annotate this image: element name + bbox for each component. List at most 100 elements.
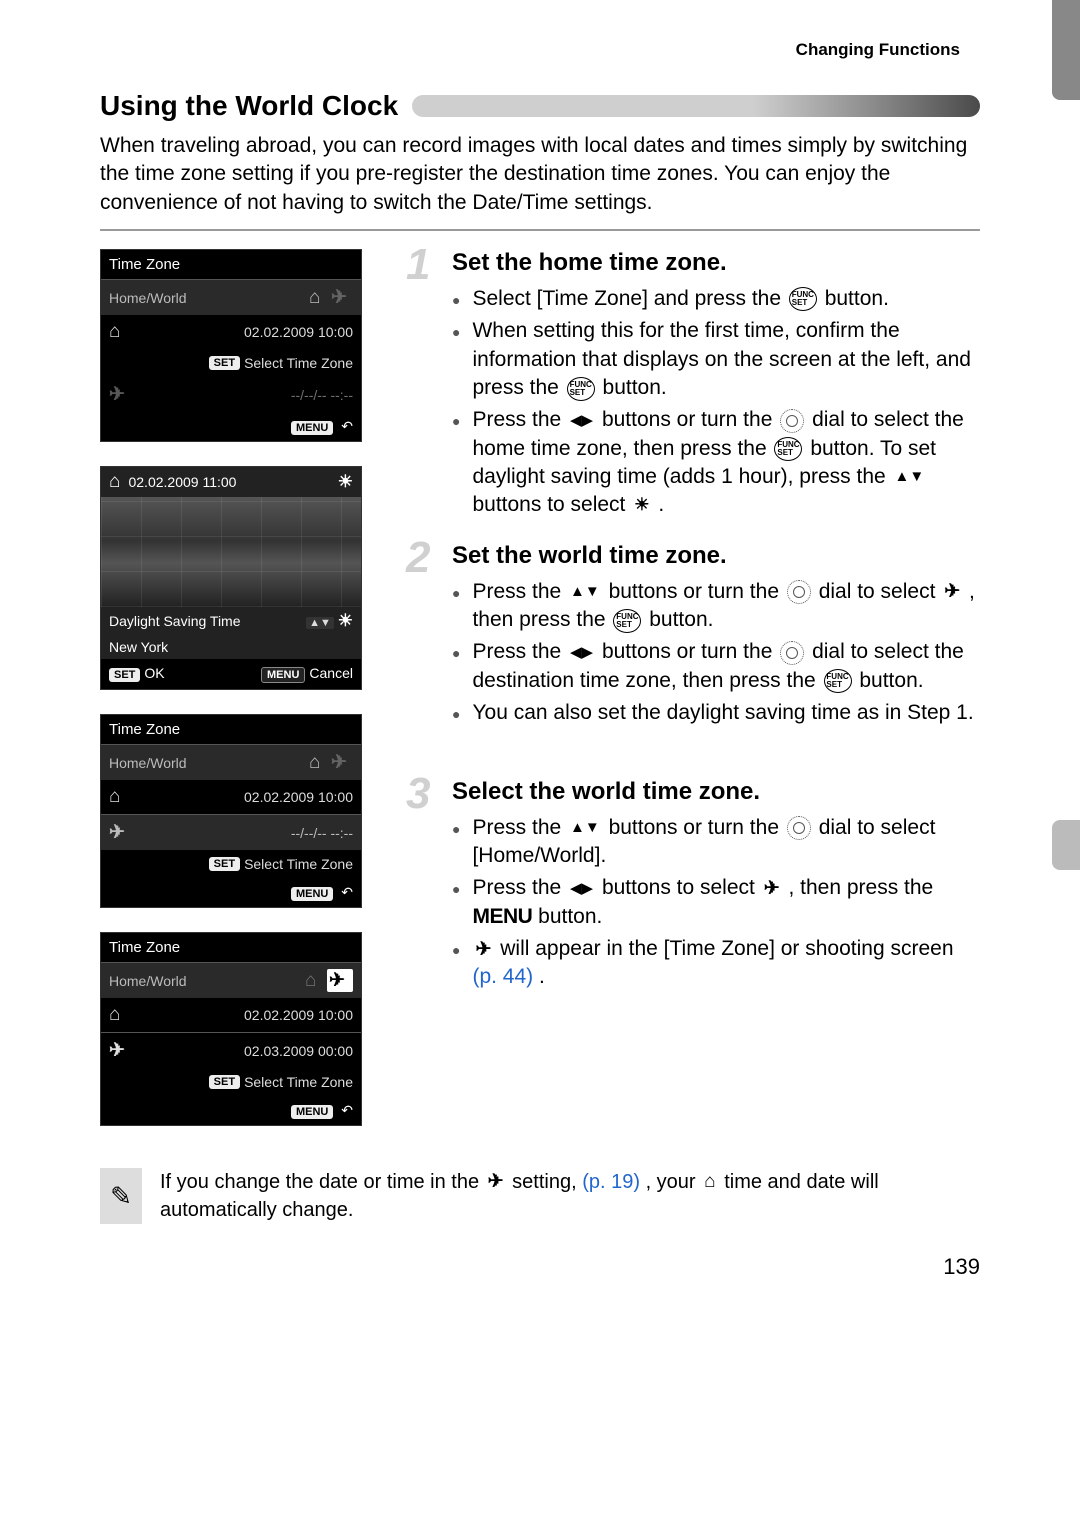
airplane-icon [331,286,353,309]
back-icon: ↶ [341,1102,353,1118]
intro-text: When traveling abroad, you can record im… [100,132,980,217]
cam3-date: 02.02.2009 10:00 [131,789,353,805]
camera-screen-1: Time Zone Home/World 02.02.2009 10:00 SE… [100,249,362,442]
airplane-icon [944,579,960,605]
up-down-icon [895,467,925,487]
step-2-bullet-2: Press the buttons or turn the dial to se… [452,638,980,695]
divider [100,229,980,231]
dial-icon [787,816,811,840]
func-set-icon: FUNCSET [567,377,595,401]
step-2-title: Set the world time zone. [452,542,980,570]
page-ref-link[interactable]: (p. 44) [472,965,533,988]
airplane-icon [327,969,353,992]
menu-badge: MENU [291,1105,333,1119]
left-right-icon [570,411,593,431]
side-tab-2 [1052,820,1080,870]
cam1-homeworld: Home/World [109,290,309,306]
note-box: ✎ If you change the date or time in the … [100,1168,980,1224]
left-right-icon [570,643,593,663]
page-ref-link[interactable]: (p. 19) [582,1171,640,1193]
camera-screen-3: Time Zone Home/World 02.02.2009 10:00 --… [100,714,362,908]
cam2-date: 02.02.2009 11:00 [128,474,236,490]
pencil-icon: ✎ [100,1168,142,1224]
airplane-icon [488,1169,504,1196]
menu-badge: MENU [291,421,333,435]
cam3-placeholder: --/--/-- --:-- [131,825,353,841]
step-1-bullet-3: Press the buttons or turn the dial to se… [452,406,980,519]
cam4-homeworld: Home/World [109,973,305,989]
set-badge: SET [209,356,240,370]
sun-icon [338,613,353,629]
step-2: 2 Set the world time zone. Press the but… [410,542,980,728]
airplane-icon [331,751,353,774]
step-3: 3 Select the world time zone. Press the … [410,778,980,992]
home-icon [109,786,131,808]
step-3-bullet-2: Press the buttons to select , then press… [452,874,980,931]
cam1-title: Time Zone [101,250,361,279]
cam1-placeholder: --/--/-- --:-- [131,387,353,403]
home-icon [309,287,331,309]
sun-icon [338,472,353,492]
camera-screen-4: Time Zone Home/World 02.02.2009 10:00 02… [100,932,362,1126]
func-set-icon: FUNCSET [789,287,817,311]
dial-icon [787,580,811,604]
set-badge: SET [109,668,140,682]
step-3-title: Select the world time zone. [452,778,980,806]
cam2-city: New York [101,635,361,659]
side-tab [1052,0,1080,100]
step-1-bullet-1: Select [Time Zone] and press the FUNCSET… [452,285,980,313]
cam4-title: Time Zone [101,933,361,962]
set-badge: SET [209,857,240,871]
left-right-icon [570,879,593,899]
airplane-icon [109,821,131,844]
airplane-icon [475,937,491,963]
home-icon [109,321,131,343]
step-1-title: Set the home time zone. [452,249,980,277]
back-icon: ↶ [341,418,353,434]
dial-icon [780,641,804,665]
section-title-bar [412,95,980,117]
step-1-bullet-2: When setting this for the first time, co… [452,317,980,402]
home-icon [109,471,120,493]
world-map [101,497,361,607]
section-title-row: Using the World Clock [100,90,980,122]
menu-badge: MENU [291,887,333,901]
menu-badge: MENU [261,667,305,683]
cam1-date: 02.02.2009 10:00 [131,324,353,340]
sun-icon [634,494,649,517]
camera-screen-2: 02.02.2009 11:00 Daylight Saving Time ▲▼… [100,466,362,690]
cam2-dst: Daylight Saving Time [109,613,241,629]
home-icon [305,970,327,992]
func-set-icon: FUNCSET [613,609,641,633]
cam3-title: Time Zone [101,715,361,744]
cam2-cancel: Cancel [309,665,353,681]
func-set-icon: FUNCSET [824,669,852,693]
step-2-number: 2 [406,536,430,580]
page-number: 139 [100,1254,980,1280]
updown-icon: ▲▼ [306,617,334,629]
airplane-icon [109,383,131,406]
step-3-bullet-1: Press the buttons or turn the dial to se… [452,814,980,871]
step-3-bullet-3: will appear in the [Time Zone] or shooti… [452,935,980,992]
cam1-selecttz: Select Time Zone [244,355,353,371]
section-title: Using the World Clock [100,90,398,122]
cam4-date1: 02.02.2009 10:00 [131,1007,353,1023]
menu-text: MENU [472,905,532,928]
header-section: Changing Functions [100,40,980,60]
cam4-selecttz: Select Time Zone [244,1074,353,1090]
cam2-ok: OK [144,665,164,681]
cam3-homeworld: Home/World [109,755,309,771]
up-down-icon [570,818,600,838]
step-1-number: 1 [406,243,430,287]
airplane-icon [764,876,780,902]
dial-icon [780,409,804,433]
step-3-number: 3 [406,772,430,816]
back-icon: ↶ [341,884,353,900]
step-2-bullet-3: You can also set the daylight saving tim… [452,699,980,727]
up-down-icon [570,582,600,602]
home-icon [109,1004,131,1026]
func-set-icon: FUNCSET [774,437,802,461]
cam4-date2: 02.03.2009 00:00 [131,1043,353,1059]
step-2-bullet-1: Press the buttons or turn the dial to se… [452,578,980,635]
home-icon [309,752,331,774]
